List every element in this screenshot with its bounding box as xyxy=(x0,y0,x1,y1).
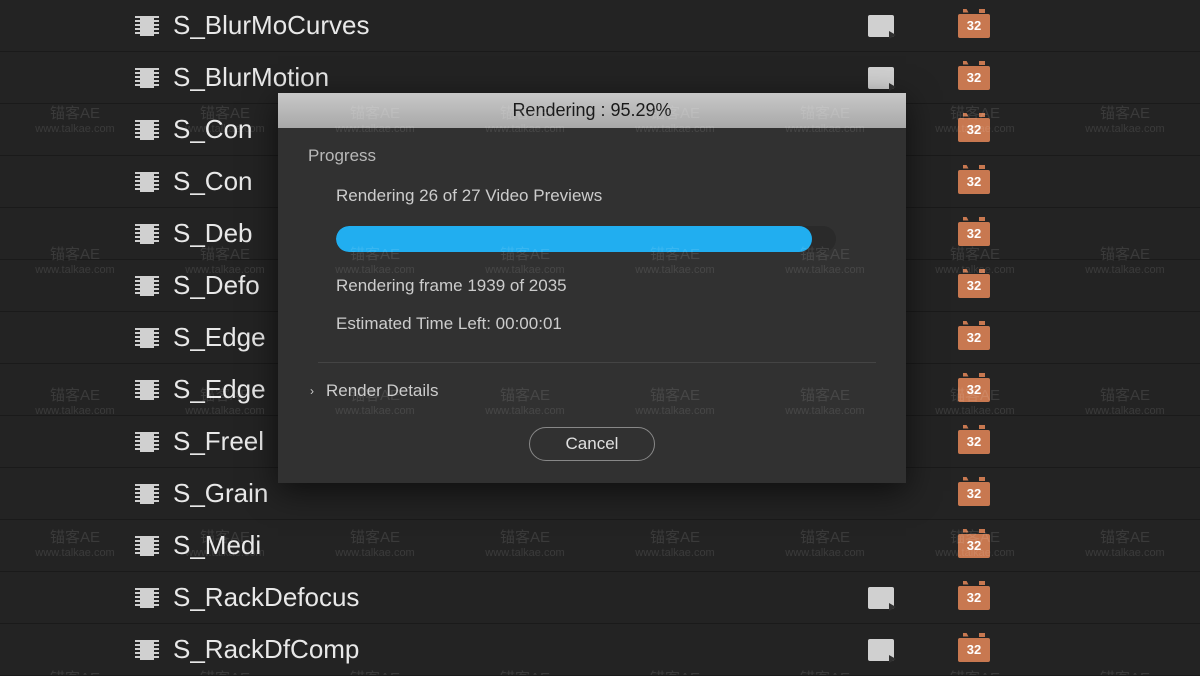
bit-depth-badge: 32 xyxy=(958,586,990,610)
preset-play-icon xyxy=(868,639,894,661)
row-right-icons: 32 xyxy=(868,482,1200,506)
film-icon xyxy=(135,536,159,556)
film-icon xyxy=(135,640,159,660)
bit-depth-badge: 32 xyxy=(958,482,990,506)
preset-play-icon xyxy=(868,67,894,89)
progress-status-text: Rendering 26 of 27 Video Previews xyxy=(336,186,876,206)
effect-label: S_BlurMotion xyxy=(173,62,868,93)
render-details-toggle[interactable]: › Render Details xyxy=(310,381,876,401)
effect-list-row[interactable]: S_RackDfComp 32 xyxy=(0,624,1200,676)
dialog-body: Progress Rendering 26 of 27 Video Previe… xyxy=(278,128,906,421)
effect-list-row[interactable]: S_RackDefocus 32 xyxy=(0,572,1200,624)
film-icon xyxy=(135,380,159,400)
film-icon xyxy=(135,224,159,244)
row-right-icons: 32 xyxy=(868,274,1200,298)
row-right-icons: 32 xyxy=(868,118,1200,142)
preset-play-icon xyxy=(868,587,894,609)
effect-label: S_BlurMoCurves xyxy=(173,10,868,41)
row-right-icons: 32 xyxy=(868,586,1200,610)
row-right-icons: 32 xyxy=(868,378,1200,402)
film-icon xyxy=(135,172,159,192)
preset-play-icon xyxy=(868,15,894,37)
row-right-icons: 32 xyxy=(868,534,1200,558)
rendering-dialog: Rendering : 95.29% Progress Rendering 26… xyxy=(278,93,906,483)
bit-depth-badge: 32 xyxy=(958,14,990,38)
film-icon xyxy=(135,328,159,348)
progress-bar-fill xyxy=(336,226,812,252)
bit-depth-badge: 32 xyxy=(958,274,990,298)
progress-section-label: Progress xyxy=(308,146,876,166)
film-icon xyxy=(135,68,159,88)
film-icon xyxy=(135,16,159,36)
row-right-icons: 32 xyxy=(868,170,1200,194)
row-right-icons: 32 xyxy=(868,66,1200,90)
film-icon xyxy=(135,120,159,140)
frame-status-text: Rendering frame 1939 of 2035 xyxy=(336,276,876,296)
effect-list-row[interactable]: S_BlurMoCurves 32 xyxy=(0,0,1200,52)
progress-bar-track xyxy=(336,226,836,252)
bit-depth-badge: 32 xyxy=(958,430,990,454)
bit-depth-badge: 32 xyxy=(958,378,990,402)
render-details-label: Render Details xyxy=(326,381,438,401)
cancel-button[interactable]: Cancel xyxy=(529,427,656,461)
bit-depth-badge: 32 xyxy=(958,170,990,194)
bit-depth-badge: 32 xyxy=(958,118,990,142)
bit-depth-badge: 32 xyxy=(958,222,990,246)
effect-label: S_RackDfComp xyxy=(173,634,868,665)
chevron-right-icon: › xyxy=(310,384,314,398)
effect-label: S_RackDefocus xyxy=(173,582,868,613)
bit-depth-badge: 32 xyxy=(958,66,990,90)
dialog-title: Rendering : 95.29% xyxy=(278,93,906,128)
bit-depth-badge: 32 xyxy=(958,638,990,662)
film-icon xyxy=(135,588,159,608)
effect-label: S_Medi xyxy=(173,530,868,561)
effect-list-row[interactable]: S_Medi 32 xyxy=(0,520,1200,572)
film-icon xyxy=(135,276,159,296)
row-right-icons: 32 xyxy=(868,326,1200,350)
film-icon xyxy=(135,484,159,504)
row-right-icons: 32 xyxy=(868,222,1200,246)
row-right-icons: 32 xyxy=(868,14,1200,38)
film-icon xyxy=(135,432,159,452)
time-left-text: Estimated Time Left: 00:00:01 xyxy=(336,314,876,334)
bit-depth-badge: 32 xyxy=(958,534,990,558)
row-right-icons: 32 xyxy=(868,430,1200,454)
bit-depth-badge: 32 xyxy=(958,326,990,350)
row-right-icons: 32 xyxy=(868,638,1200,662)
